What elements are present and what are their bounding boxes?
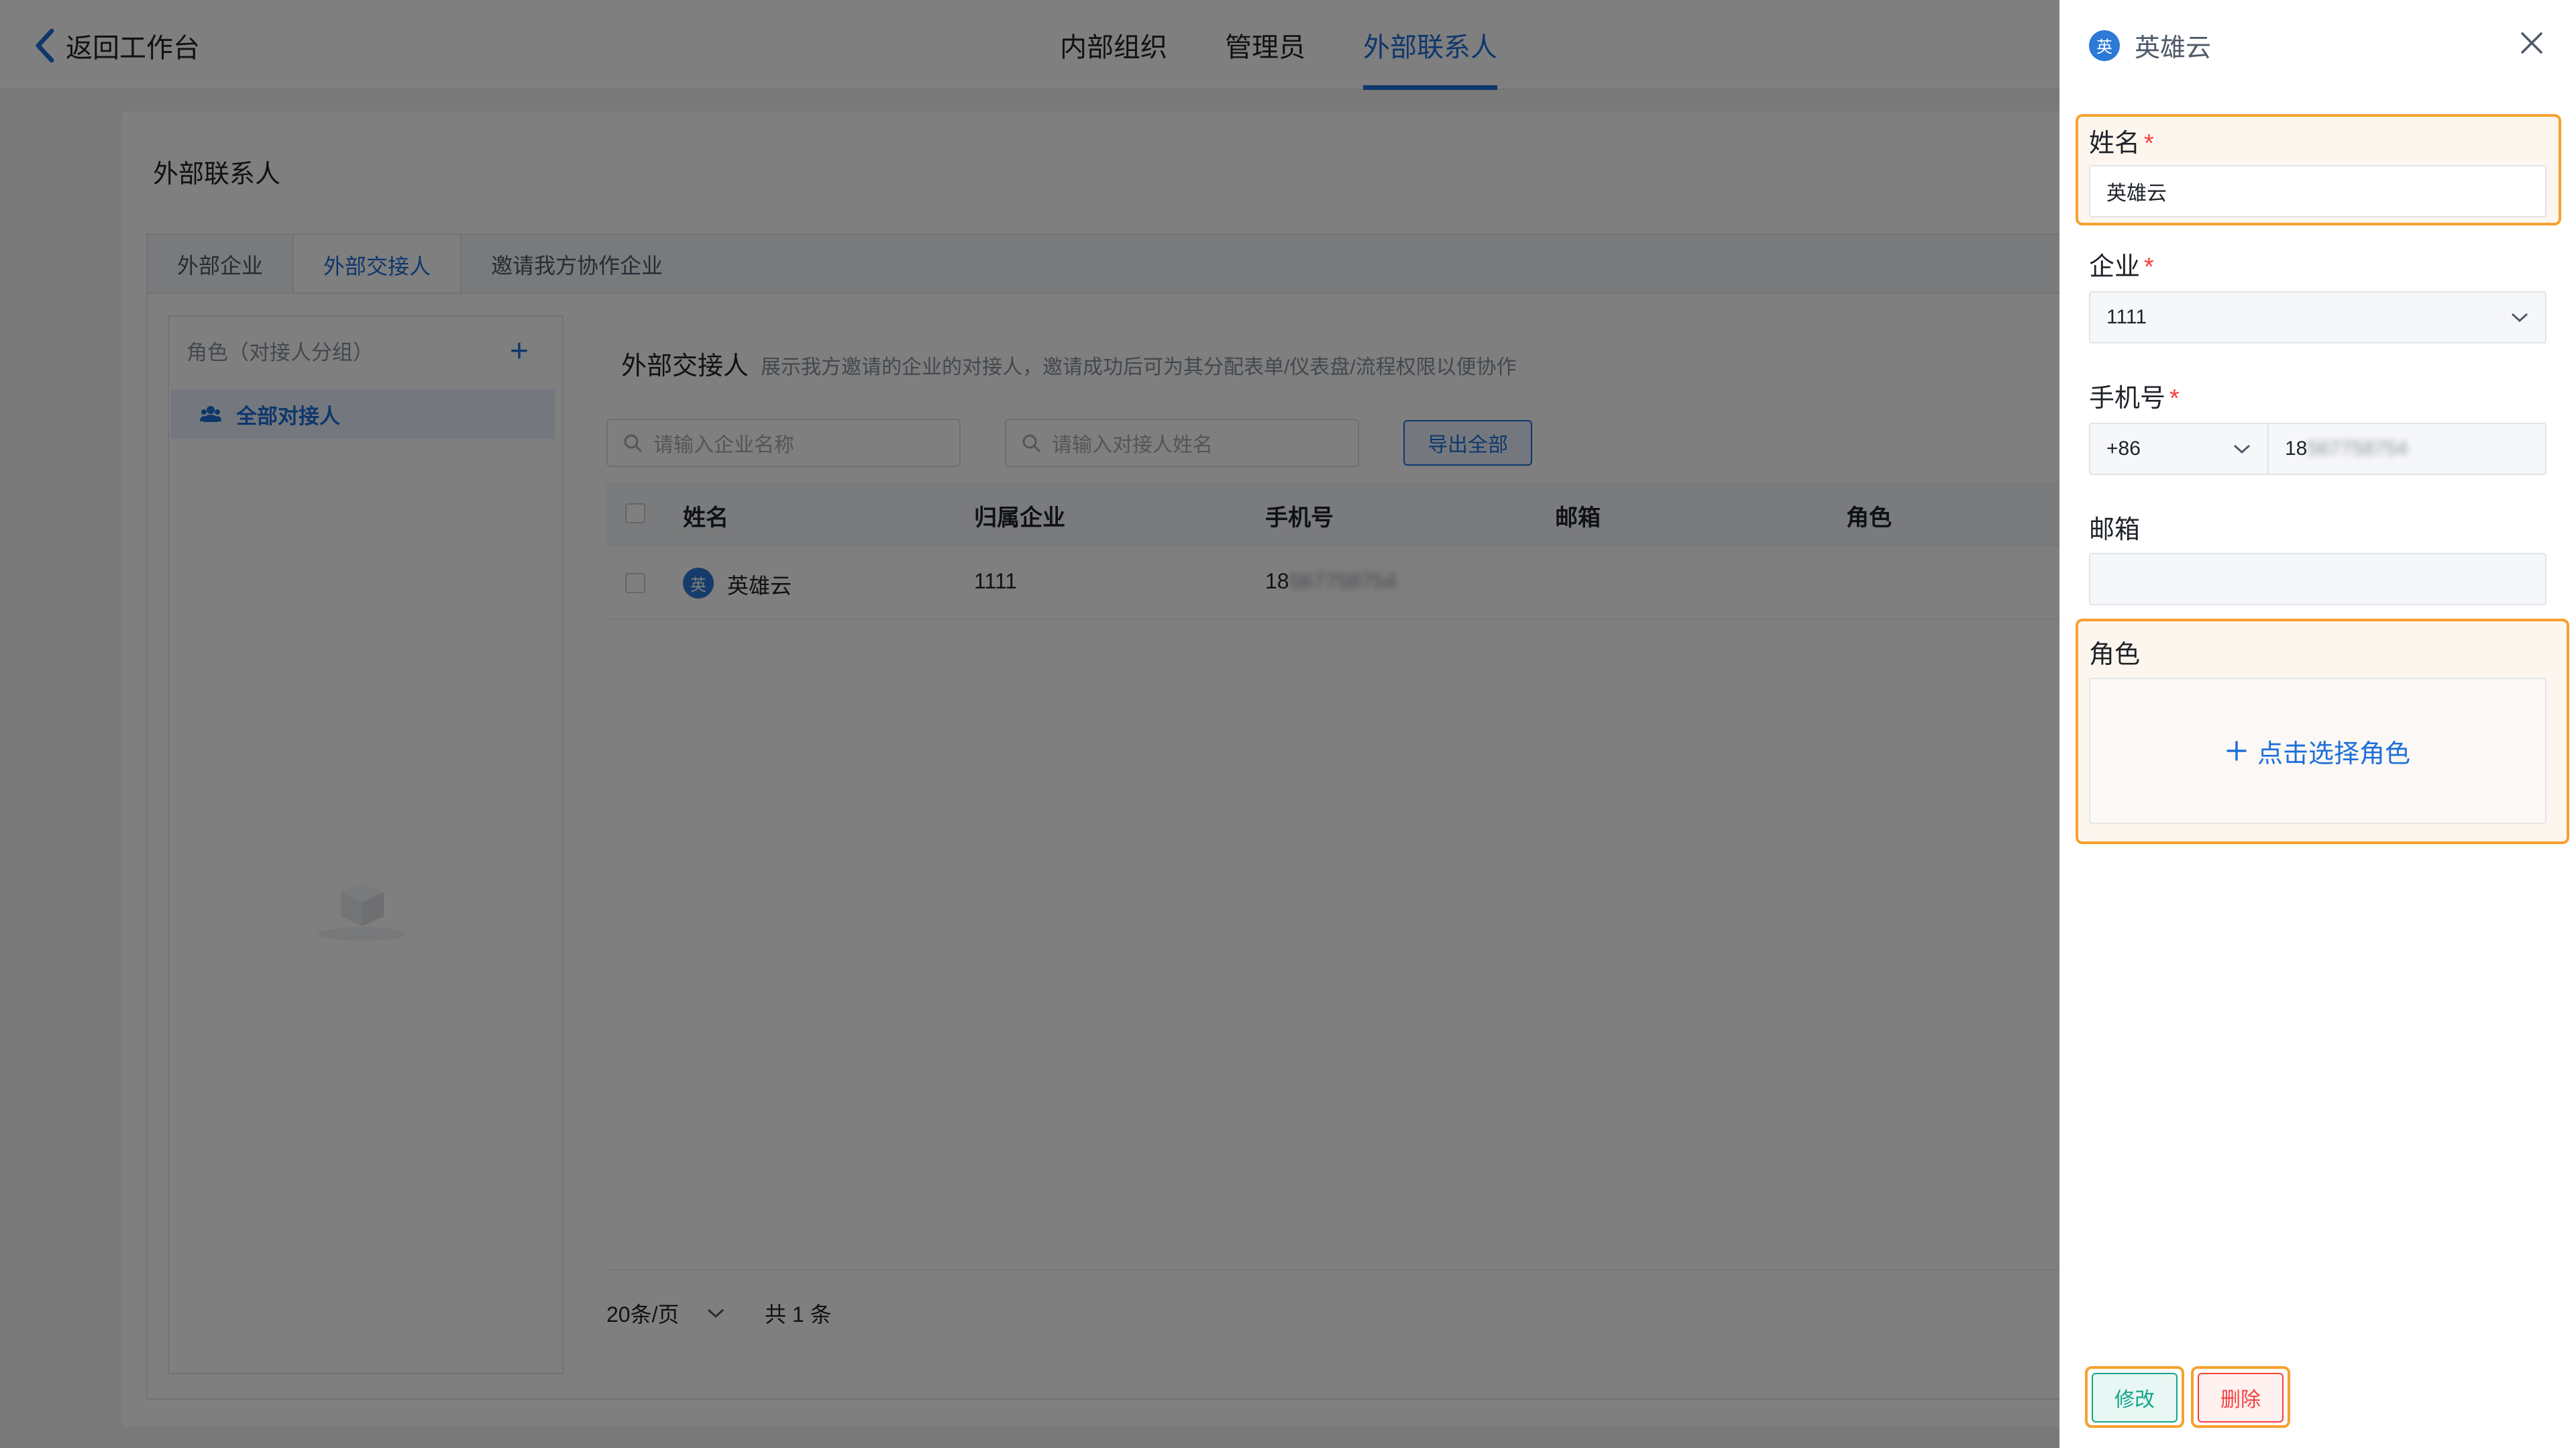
phone-masked: 567758754 xyxy=(2307,437,2408,460)
drawer-header: 英 英雄云 xyxy=(2089,27,2211,64)
chevron-down-icon xyxy=(2233,444,2251,454)
select-role-button[interactable]: 点击选择角色 xyxy=(2089,678,2546,824)
phone-label-text: 手机号 xyxy=(2089,384,2166,413)
company-label-text: 企业 xyxy=(2089,253,2141,281)
company-label: 企业 * xyxy=(2089,246,2154,282)
drawer-title: 英雄云 xyxy=(2135,34,2212,62)
name-label-text: 姓名 xyxy=(2089,130,2141,158)
modal-overlay[interactable] xyxy=(0,0,2059,1448)
country-code-value: +86 xyxy=(2106,437,2141,460)
phone-prefix: 18 xyxy=(2285,437,2308,460)
required-mark: * xyxy=(2144,253,2154,281)
avatar: 英 xyxy=(2089,30,2120,61)
name-input[interactable]: 英雄云 xyxy=(2089,165,2546,217)
role-label: 角色 xyxy=(2089,641,2141,669)
required-mark: * xyxy=(2169,384,2180,413)
name-value: 英雄云 xyxy=(2106,183,2167,205)
edit-button[interactable]: 修改 xyxy=(2092,1373,2178,1423)
phone-label: 手机号 * xyxy=(2089,377,2180,414)
country-code-select[interactable]: +86 xyxy=(2089,423,2269,475)
email-input[interactable] xyxy=(2089,553,2546,605)
plus-icon xyxy=(2226,741,2247,761)
email-label: 邮箱 xyxy=(2089,516,2141,544)
close-icon[interactable] xyxy=(2517,28,2546,58)
delete-button[interactable]: 删除 xyxy=(2198,1373,2284,1423)
select-role-label: 点击选择角色 xyxy=(2257,739,2410,768)
required-mark: * xyxy=(2144,130,2154,158)
chevron-down-icon xyxy=(2511,313,2528,323)
company-select[interactable]: 1111 xyxy=(2089,291,2546,344)
company-value: 1111 xyxy=(2106,306,2147,328)
phone-input[interactable]: 18 567758754 xyxy=(2267,423,2546,475)
name-label: 姓名 * xyxy=(2089,122,2154,159)
